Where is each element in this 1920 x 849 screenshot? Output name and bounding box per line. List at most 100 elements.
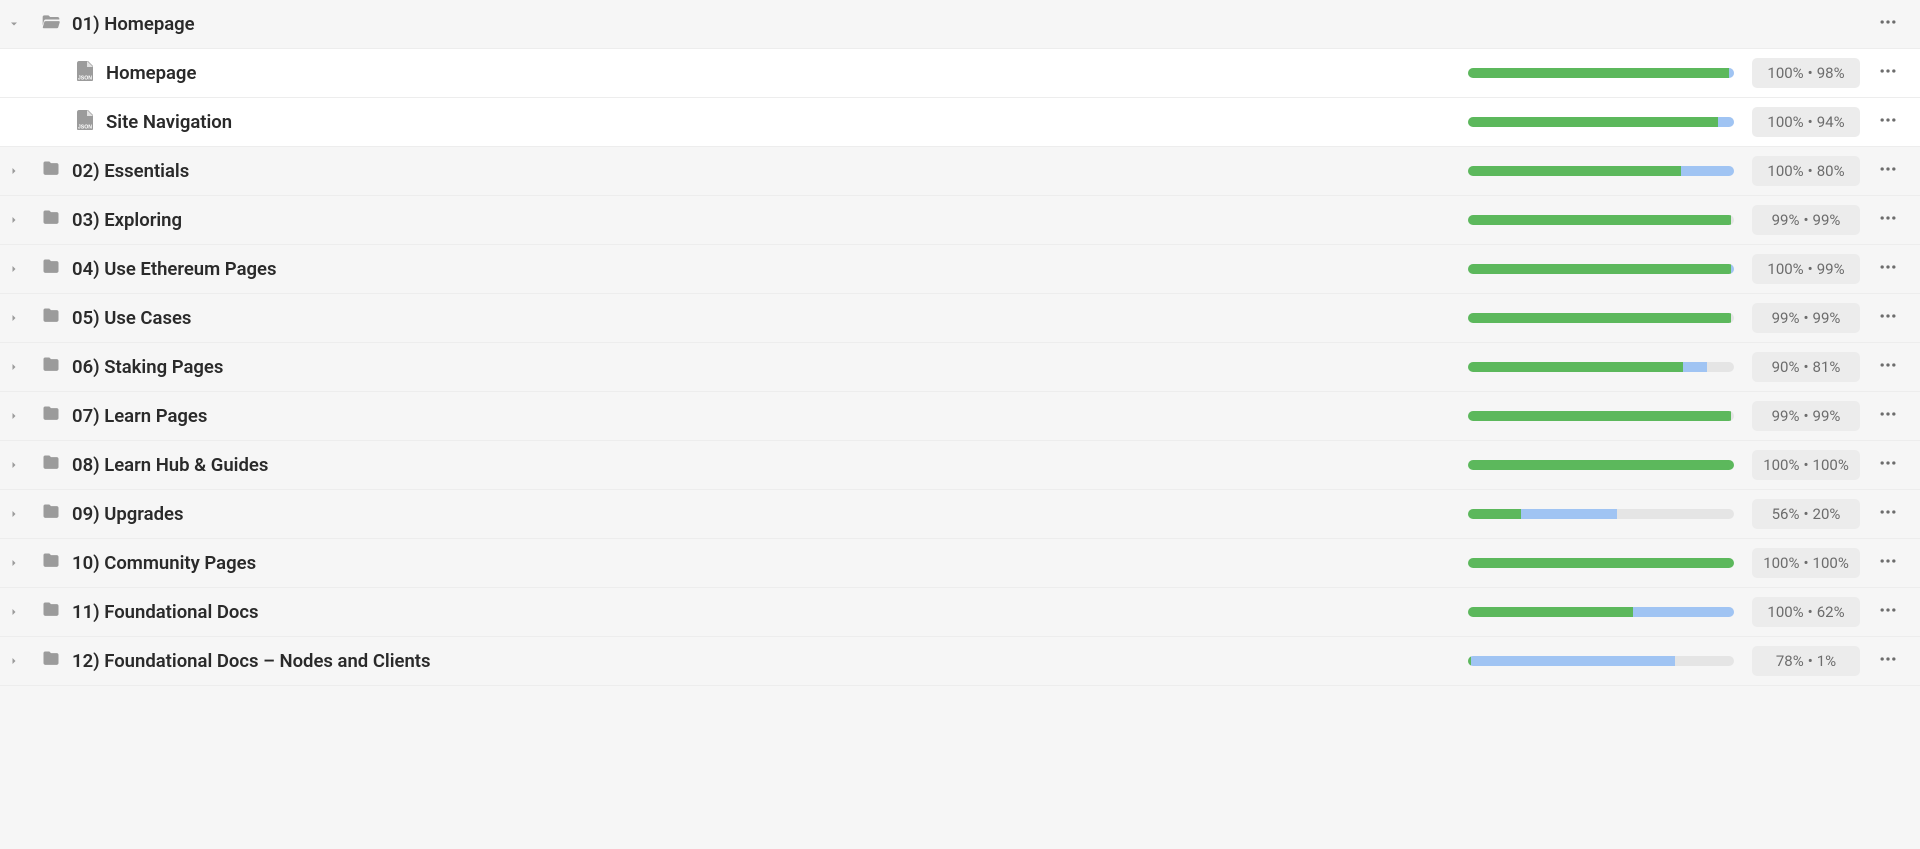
progress-segment-translated — [1718, 117, 1734, 127]
expand-toggle[interactable] — [0, 459, 28, 471]
chevron-down-icon — [8, 18, 20, 30]
chevron-right-icon — [8, 655, 20, 667]
progress-bar — [1468, 362, 1734, 372]
stat-translated: 100% — [1767, 162, 1803, 180]
stats-pill: 90%•81% — [1752, 352, 1860, 382]
folder-row[interactable]: 01) Homepage — [0, 0, 1920, 49]
separator-dot: • — [1803, 407, 1808, 425]
stat-translated: 100% — [1767, 64, 1803, 82]
expand-toggle[interactable] — [0, 165, 28, 177]
progress-bar — [1468, 509, 1734, 519]
expand-toggle[interactable] — [0, 557, 28, 569]
separator-dot: • — [1808, 64, 1813, 82]
expand-toggle[interactable] — [0, 606, 28, 618]
item-name: 07) Learn Pages — [66, 405, 1468, 427]
more-menu-button[interactable] — [1874, 402, 1902, 430]
stats-pill: 100% •98% — [1752, 58, 1860, 88]
more-menu-button[interactable] — [1874, 255, 1902, 283]
more-menu-button[interactable] — [1874, 451, 1902, 479]
folder-row[interactable]: 10) Community Pages 100%•100% — [0, 539, 1920, 588]
chevron-right-icon — [8, 606, 20, 618]
folder-row[interactable]: 05) Use Cases99%•99% — [0, 294, 1920, 343]
more-menu-button[interactable] — [1874, 598, 1902, 626]
dots-horizontal-icon — [1878, 404, 1898, 428]
chevron-right-icon — [8, 361, 20, 373]
expand-toggle[interactable] — [0, 214, 28, 226]
file-row[interactable]: Homepage100%•98% — [0, 49, 1920, 98]
separator-dot: • — [1803, 211, 1808, 229]
progress-bar — [1468, 558, 1734, 568]
stat-approved: 100% — [1813, 456, 1849, 474]
stat-approved: 94% — [1817, 113, 1845, 131]
item-name: 11) Foundational Docs — [66, 601, 1468, 623]
stats-pill: 100%•100% — [1752, 548, 1860, 578]
progress-segment-approved — [1468, 313, 1731, 323]
dots-horizontal-icon — [1878, 649, 1898, 673]
stat-translated: 99% — [1772, 211, 1800, 229]
folder-row[interactable]: 03) Exploring99%•99% — [0, 196, 1920, 245]
item-name: 04) Use Ethereum Pages — [66, 258, 1468, 280]
progress-segment-translated — [1731, 264, 1734, 274]
stat-approved: 99% — [1813, 407, 1841, 425]
progress-segment-approved — [1468, 509, 1521, 519]
item-name: 08) Learn Hub & Guides — [66, 454, 1468, 476]
progress-segment-approved — [1468, 117, 1718, 127]
stats-pill: 99%•99% — [1752, 401, 1860, 431]
chevron-right-icon — [8, 214, 20, 226]
folder-row[interactable]: 09) Upgrades56%•20% — [0, 490, 1920, 539]
file-tree: 01) HomepageHomepage100%•98%Site Navigat… — [0, 0, 1920, 686]
file-row[interactable]: Site Navigation100%•94% — [0, 98, 1920, 147]
folder-icon — [36, 257, 66, 281]
chevron-right-icon — [8, 557, 20, 569]
stat-approved: 98% — [1817, 64, 1845, 82]
dots-horizontal-icon — [1878, 159, 1898, 183]
progress-segment-translated — [1521, 509, 1617, 519]
stat-approved: 99% — [1817, 260, 1845, 278]
stat-approved: 80% — [1817, 162, 1845, 180]
stat-approved: 99% — [1813, 309, 1841, 327]
stat-approved: 62% — [1817, 603, 1845, 621]
expand-toggle[interactable] — [0, 410, 28, 422]
more-menu-button[interactable] — [1874, 157, 1902, 185]
progress-bar — [1468, 607, 1734, 617]
dots-horizontal-icon — [1878, 502, 1898, 526]
expand-toggle[interactable] — [0, 655, 28, 667]
dots-horizontal-icon — [1878, 61, 1898, 85]
folder-row[interactable]: 07) Learn Pages99%•99% — [0, 392, 1920, 441]
separator-dot: • — [1808, 652, 1813, 670]
stat-approved: 81% — [1813, 358, 1841, 376]
chevron-right-icon — [8, 459, 20, 471]
expand-toggle[interactable] — [0, 312, 28, 324]
item-name: 05) Use Cases — [66, 307, 1468, 329]
progress-bar — [1468, 656, 1734, 666]
more-menu-button[interactable] — [1874, 10, 1902, 38]
more-menu-button[interactable] — [1874, 353, 1902, 381]
chevron-right-icon — [8, 410, 20, 422]
expand-toggle[interactable] — [0, 508, 28, 520]
stat-translated: 78% — [1776, 652, 1804, 670]
expand-toggle[interactable] — [0, 361, 28, 373]
item-name: 10) Community Pages — [66, 552, 1468, 574]
more-menu-button[interactable] — [1874, 304, 1902, 332]
collapse-toggle[interactable] — [0, 18, 28, 30]
more-menu-button[interactable] — [1874, 549, 1902, 577]
more-menu-button[interactable] — [1874, 108, 1902, 136]
progress-segment-translated — [1471, 656, 1676, 666]
folder-row[interactable]: 02) Essentials100%•80% — [0, 147, 1920, 196]
stat-translated: 99% — [1772, 309, 1800, 327]
folder-row[interactable]: 06) Staking Pages90%•81% — [0, 343, 1920, 392]
separator-dot: • — [1803, 309, 1808, 327]
expand-toggle[interactable] — [0, 263, 28, 275]
folder-row[interactable]: 08) Learn Hub & Guides100%•100% — [0, 441, 1920, 490]
more-menu-button[interactable] — [1874, 500, 1902, 528]
progress-segment-approved — [1468, 362, 1683, 372]
folder-row[interactable]: 11) Foundational Docs100%•62% — [0, 588, 1920, 637]
folder-row[interactable]: 04) Use Ethereum Pages100%•99% — [0, 245, 1920, 294]
folder-row[interactable]: 12) Foundational Docs – Nodes and Client… — [0, 637, 1920, 686]
folder-icon — [36, 355, 66, 379]
separator-dot: • — [1803, 505, 1808, 523]
more-menu-button[interactable] — [1874, 647, 1902, 675]
separator-dot: • — [1803, 554, 1808, 572]
more-menu-button[interactable] — [1874, 59, 1902, 87]
more-menu-button[interactable] — [1874, 206, 1902, 234]
